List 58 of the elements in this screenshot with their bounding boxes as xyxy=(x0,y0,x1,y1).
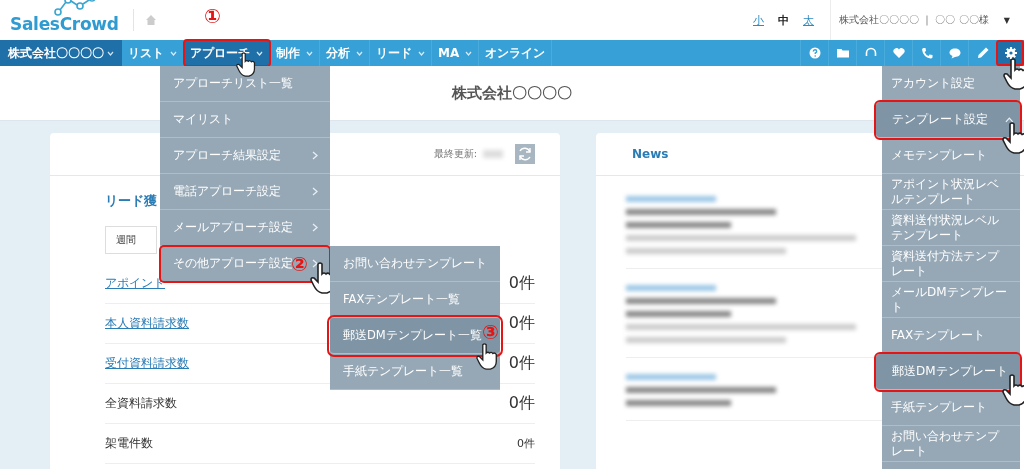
metric-link[interactable]: 本人資料請求数 xyxy=(105,315,189,332)
last-updated-label: 最終更新: xyxy=(433,147,477,161)
menu-item[interactable]: 手紙テンプレート xyxy=(882,390,1020,426)
hand-cursor-icon xyxy=(476,343,498,370)
headset-icon xyxy=(864,47,877,59)
step-number: ② xyxy=(291,254,308,274)
font-size-option[interactable]: 中 xyxy=(778,12,789,28)
step-number: ① xyxy=(204,6,221,26)
heart-icon xyxy=(892,47,905,59)
menu-item[interactable]: メールアプローチ設定 xyxy=(160,210,330,246)
redacted-text xyxy=(483,150,503,158)
section-heading: リード獲 xyxy=(105,192,157,210)
phone-icon xyxy=(920,47,933,59)
metric-label: 架電件数 xyxy=(105,435,153,452)
metric-value: 0件 xyxy=(508,353,535,374)
chevron-down-icon xyxy=(465,50,473,56)
period-select[interactable]: 週間 xyxy=(105,226,157,254)
metric-label: 全資料請求数 xyxy=(105,395,177,412)
metric-value: 0件 xyxy=(508,273,535,294)
menu-item[interactable]: メモテンプレート xyxy=(882,138,1020,174)
menu-item[interactable]: 資料送付方法テンプレート xyxy=(882,246,1020,282)
font-size-option[interactable]: 太 xyxy=(803,12,814,28)
chevron-right-icon xyxy=(312,223,318,232)
chevron-right-icon xyxy=(312,259,318,268)
chevron-down-icon xyxy=(356,50,363,56)
home-icon[interactable] xyxy=(145,15,156,25)
chevron-right-icon xyxy=(312,151,318,160)
metric-link[interactable]: 受付資料請求数 xyxy=(105,355,189,372)
menu-item[interactable]: 手紙テンプレート一覧 xyxy=(330,354,500,390)
menu-item[interactable]: マイリスト xyxy=(160,102,330,138)
help-icon xyxy=(808,47,821,59)
page-title: 株式会社〇〇〇〇 xyxy=(452,83,572,103)
menu-item[interactable]: 電話アプローチ設定 xyxy=(160,174,330,210)
menu-item[interactable]: アプローチ結果設定 xyxy=(160,138,330,174)
chevron-down-icon xyxy=(306,50,313,56)
folder-icon xyxy=(836,47,849,59)
chat-icon xyxy=(948,47,961,59)
chevron-right-icon xyxy=(312,187,318,196)
chevron-down-icon xyxy=(170,50,177,56)
news-title: News xyxy=(632,147,669,161)
step-number: ③ xyxy=(482,322,499,342)
metric-value: 0件 xyxy=(508,393,535,414)
menu-item[interactable]: お問い合わせテンプレート xyxy=(330,246,500,282)
menu-item[interactable]: アポイント状況レベルテンプレート xyxy=(882,174,1020,210)
company-menu[interactable]: 株式会社〇〇〇〇 xyxy=(0,40,122,66)
menu-item[interactable]: 資料送付状況レベルテンプレート xyxy=(882,210,1020,246)
logo[interactable]: SalesCrowd xyxy=(10,6,119,34)
chevron-down-icon xyxy=(107,50,114,56)
chevron-down-icon xyxy=(256,50,263,56)
metric-value: 0件 xyxy=(508,313,535,334)
pencil-icon xyxy=(976,47,989,59)
refresh-button[interactable] xyxy=(515,144,535,164)
menu-item[interactable]: アプローチリスト一覧 xyxy=(160,66,330,102)
metric-value: 0件 xyxy=(517,436,535,451)
font-size-option[interactable]: 小 xyxy=(753,12,764,28)
menu-item[interactable]: お問い合わせテンプレート xyxy=(882,426,1020,462)
chevron-down-icon xyxy=(418,50,425,56)
menu-item[interactable]: メールDMテンプレート xyxy=(882,282,1020,318)
